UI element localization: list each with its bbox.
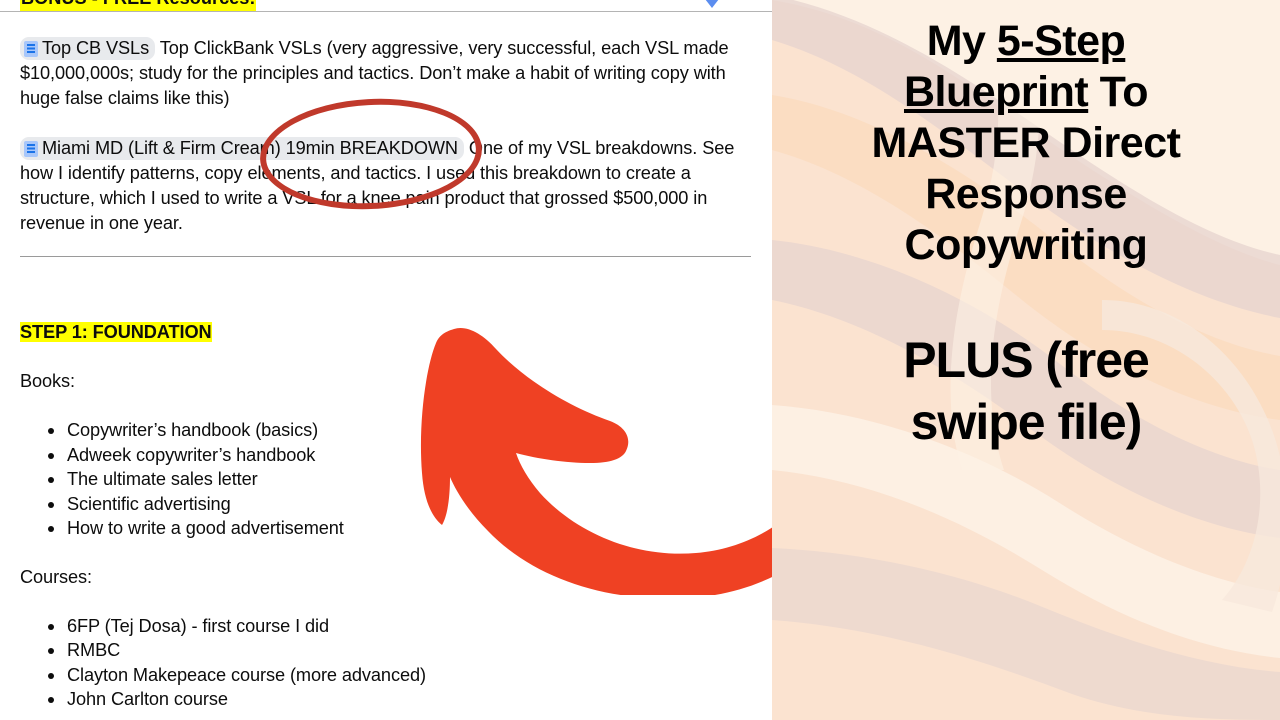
- title-text: Response: [925, 170, 1127, 218]
- google-docs-document[interactable]: BONUS - FREE Resources! Top CB VSLs Top …: [0, 0, 772, 720]
- bonus-heading: BONUS - FREE Resources!: [20, 0, 257, 11]
- screenshot-root: BONUS - FREE Resources! Top CB VSLs Top …: [0, 0, 1280, 720]
- list-item: 6FP (Tej Dosa) - first course I did: [48, 614, 752, 639]
- step-heading-text: STEP 1: FOUNDATION: [20, 322, 212, 342]
- title-text-underlined: Blueprint: [903, 68, 1089, 116]
- list-item: How to write a good advertisement: [48, 516, 752, 541]
- list-item: RMBC: [48, 638, 752, 663]
- title-panel: My 5-Step Blueprint To MASTER Direct Respon…: [772, 0, 1280, 720]
- list-item: Scientific advertising: [48, 492, 752, 517]
- courses-label: Courses:: [20, 566, 92, 587]
- step-heading: STEP 1: FOUNDATION: [20, 320, 752, 345]
- google-docs-icon: [24, 141, 38, 157]
- smart-chip-top-cb-vsls[interactable]: Top CB VSLs: [20, 37, 156, 60]
- books-list: Copywriter’s handbook (basics) Adweek cop…: [20, 418, 752, 541]
- panel-subtitle-line: swipe file): [910, 394, 1143, 450]
- title-text: MASTER Direct: [871, 119, 1181, 167]
- document-body[interactable]: Top CB VSLs Top ClickBank VSLs (very agg…: [0, 11, 772, 712]
- list-item: John Carlton course: [48, 687, 752, 712]
- books-label: Books:: [20, 371, 76, 391]
- list-item: The ultimate sales letter: [48, 467, 752, 492]
- smart-chip-label: Miami MD (Lift & Firm Cream) 19min BREAK…: [42, 138, 458, 158]
- list-item: Clayton Makepeace course (more advanced): [48, 663, 752, 688]
- panel-title-line: Blueprint To: [872, 67, 1181, 118]
- panel-title: My 5-Step Blueprint To MASTER Direct Respon…: [872, 16, 1181, 271]
- title-text: Copywriting: [904, 221, 1148, 269]
- panel-title-line: MASTER Direct: [872, 118, 1181, 169]
- panel-subtitle: PLUS (free swipe file): [903, 329, 1150, 453]
- panel-title-line: Response: [872, 169, 1181, 220]
- smart-chip-miami-md[interactable]: Miami MD (Lift & Firm Cream) 19min BREAK…: [20, 137, 464, 160]
- paragraph-top-cb-vsls: Top CB VSLs Top ClickBank VSLs (very agg…: [20, 36, 752, 111]
- panel-title-line: My 5-Step: [872, 16, 1181, 67]
- title-text-underlined: 5-Step: [996, 17, 1126, 65]
- panel-subtitle-line: PLUS (free: [903, 332, 1150, 388]
- google-docs-icon: [24, 41, 38, 57]
- title-text: To: [1088, 68, 1149, 116]
- right-indent-marker-icon[interactable]: [705, 0, 719, 8]
- courses-list: 6FP (Tej Dosa) - first course I did RMBC C…: [20, 614, 752, 712]
- panel-title-line: Copywriting: [872, 220, 1181, 271]
- smart-chip-label: Top CB VSLs: [42, 38, 150, 58]
- panel-content: My 5-Step Blueprint To MASTER Direct Respon…: [772, 0, 1280, 720]
- title-text: My: [926, 17, 997, 65]
- paragraph-miami-md: Miami MD (Lift & Firm Cream) 19min BREAK…: [20, 136, 752, 236]
- list-item: Copywriter’s handbook (basics): [48, 418, 752, 443]
- list-item: Adweek copywriter’s handbook: [48, 443, 752, 468]
